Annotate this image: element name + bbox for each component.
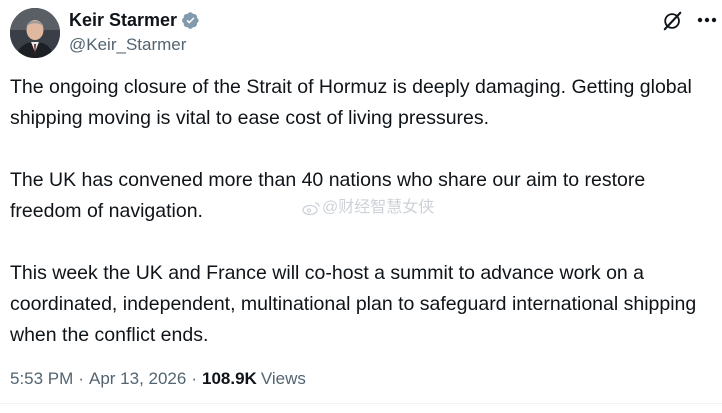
author-block: Keir Starmer @Keir_Starmer (69, 9, 200, 55)
author-handle[interactable]: @Keir_Starmer (69, 35, 200, 55)
tweet-time[interactable]: 5:53 PM (10, 368, 73, 390)
tweet-paragraph: This week the UK and France will co-host… (10, 262, 697, 346)
tweet-text: The ongoing closure of the Strait of Hor… (10, 72, 715, 382)
tweet-metadata: 5:53 PM · Apr 13, 2026 · 108.9K Views (10, 368, 306, 390)
views-count[interactable]: 108.9K (202, 368, 257, 390)
meta-separator: · (78, 369, 84, 388)
tweet-date[interactable]: Apr 13, 2026 (89, 368, 186, 390)
tweet-paragraph: The ongoing closure of the Strait of Hor… (10, 76, 692, 129)
meta-separator: · (191, 369, 198, 388)
name-row: Keir Starmer (69, 9, 200, 31)
tweet-card: Keir Starmer @Keir_Starmer The ongoing c… (0, 0, 722, 413)
avatar-image (10, 8, 60, 58)
views-label: Views (260, 369, 306, 388)
more-horizontal-icon[interactable] (697, 17, 717, 23)
verified-badge-icon[interactable] (181, 11, 200, 30)
watermark: @财经智慧女侠 (302, 196, 434, 220)
author-display-name[interactable]: Keir Starmer (69, 9, 177, 31)
watermark-text: @财经智慧女侠 (322, 199, 435, 216)
avatar[interactable] (10, 8, 60, 58)
weibo-logo-icon (302, 202, 320, 215)
grok-icon[interactable] (662, 10, 684, 32)
divider (0, 403, 722, 404)
